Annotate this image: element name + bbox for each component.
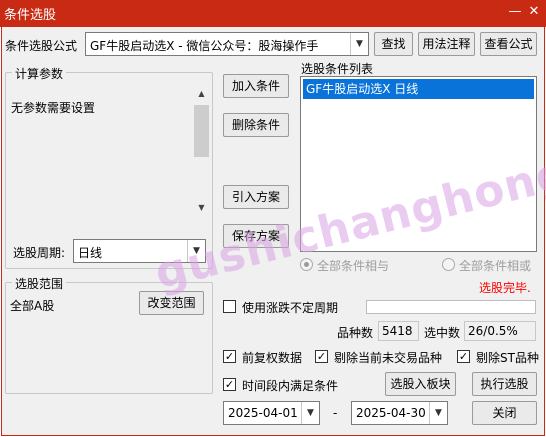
selected-count-field: 26/0.5% <box>464 321 536 341</box>
delete-condition-button[interactable]: 删除条件 <box>223 113 289 137</box>
and-mode-radio[interactable] <box>300 258 313 271</box>
minimize-icon[interactable]: — <box>508 5 522 19</box>
condition-list[interactable]: GF牛股启动选X 日线 <box>300 76 537 252</box>
and-mode-label: 全部条件相与 <box>317 259 390 273</box>
exclude-st-label: 剔除ST品种 <box>476 351 539 365</box>
dialog-body: 条件选股公式 GF牛股启动选X - 微信公众号：股海操作手 ▼ 查找 用法注释 … <box>1 27 545 436</box>
status-text: 选股完毕. <box>479 281 531 295</box>
count-label: 品种数 <box>337 326 374 340</box>
formula-select[interactable]: GF牛股启动选X - 微信公众号：股海操作手 ▼ <box>85 32 369 56</box>
params-scrollbar[interactable]: ▲ ▼ <box>193 87 210 215</box>
exclude-untraded-label: 剔除当前未交易品种 <box>334 351 443 365</box>
add-condition-button[interactable]: 加入条件 <box>223 74 289 98</box>
save-plan-button[interactable]: 保存方案 <box>223 224 289 248</box>
or-mode-label: 全部条件相或 <box>459 259 532 273</box>
end-date-picker[interactable]: 2025-04-30 ▼ <box>351 401 448 425</box>
scroll-thumb[interactable] <box>194 105 209 157</box>
variable-period-label: 使用涨跌不定周期 <box>242 301 339 315</box>
formula-value: GF牛股启动选X - 微信公众号：股海操作手 <box>90 39 319 53</box>
scope-group-title: 选股范围 <box>12 275 67 292</box>
chevron-down-icon[interactable]: ▼ <box>301 402 319 424</box>
period-value: 日线 <box>78 246 103 260</box>
period-label: 选股周期: <box>13 246 66 260</box>
pre-adjust-label: 前复权数据 <box>242 351 303 365</box>
or-mode-radio[interactable] <box>442 258 455 271</box>
list-item[interactable]: GF牛股启动选X 日线 <box>303 79 534 99</box>
time-range-label: 时间段内满足条件 <box>242 379 339 393</box>
variable-period-input[interactable] <box>366 300 536 314</box>
start-date-picker[interactable]: 2025-04-01 ▼ <box>223 401 320 425</box>
params-text: 无参数需要设置 <box>11 101 96 115</box>
condition-list-title: 选股条件列表 <box>301 62 374 76</box>
params-area: 无参数需要设置 ▲ ▼ <box>7 86 211 216</box>
exclude-untraded-checkbox[interactable]: ✓ <box>315 350 328 363</box>
find-button[interactable]: 查找 <box>374 32 413 56</box>
end-date-value: 2025-04-30 <box>356 406 426 420</box>
params-group-title: 计算参数 <box>12 65 67 82</box>
chevron-down-icon[interactable]: ▼ <box>429 402 447 424</box>
chevron-down-icon[interactable]: ▼ <box>187 240 205 262</box>
variable-period-checkbox[interactable] <box>223 300 236 313</box>
import-plan-button[interactable]: 引入方案 <box>223 185 289 209</box>
scroll-down-icon[interactable]: ▼ <box>193 201 210 215</box>
scroll-up-icon[interactable]: ▲ <box>193 87 210 101</box>
add-to-block-button[interactable]: 选股入板块 <box>385 372 456 396</box>
selected-count-label: 选中数 <box>424 326 461 340</box>
execute-button[interactable]: 执行选股 <box>472 372 537 396</box>
time-range-checkbox[interactable]: ✓ <box>223 378 236 391</box>
pre-adjust-checkbox[interactable]: ✓ <box>223 350 236 363</box>
scope-value: 全部A股 <box>10 299 55 313</box>
title-bar: 条件选股 — ✕ <box>0 0 546 27</box>
usage-button[interactable]: 用法注释 <box>418 32 475 56</box>
start-date-value: 2025-04-01 <box>228 406 298 420</box>
params-group: 计算参数 无参数需要设置 ▲ ▼ 选股周期: 日线 ▼ <box>5 65 213 269</box>
exclude-st-checkbox[interactable]: ✓ <box>457 350 470 363</box>
period-select[interactable]: 日线 ▼ <box>73 239 206 263</box>
view-formula-button[interactable]: 查看公式 <box>480 32 537 56</box>
close-button[interactable]: 关闭 <box>472 401 537 425</box>
change-scope-button[interactable]: 改变范围 <box>139 291 204 315</box>
chevron-down-icon[interactable]: ▼ <box>350 33 368 55</box>
date-separator: - <box>333 406 338 420</box>
count-field: 5418 <box>378 321 419 341</box>
window-title: 条件选股 <box>4 8 57 23</box>
formula-label: 条件选股公式 <box>5 39 78 53</box>
close-icon[interactable]: ✕ <box>527 5 541 19</box>
scope-group: 选股范围 全部A股 改变范围 <box>5 275 213 394</box>
